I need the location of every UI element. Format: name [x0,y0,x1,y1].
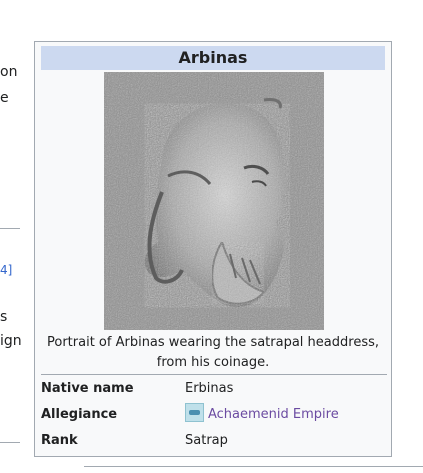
infobox-row-native-name: Native name Erbinas [41,377,385,401]
row-label: Allegiance [41,407,118,422]
row-value: Erbinas [185,381,234,396]
allegiance-link[interactable]: Achaemenid Empire [208,407,339,422]
caption-line-1: Portrait of Arbinas wearing the satrapal… [47,335,379,350]
article-text-fragment: e [0,90,9,106]
infobox-title: Arbinas [41,46,385,70]
reference-link[interactable]: 4] [0,262,12,278]
section-divider [0,442,20,443]
image-caption: Portrait of Arbinas wearing the satrapal… [41,333,385,373]
section-divider [84,466,423,467]
section-divider [0,228,20,229]
allegiance-link-wrapper[interactable]: Achaemenid Empire [185,403,339,427]
portrait-image[interactable] [104,72,324,330]
row-label: Native name [41,381,134,396]
infobox-row-rank: Rank Satrap [41,429,385,453]
caption-line-2: from his coinage. [156,355,270,370]
article-text-fragment: on [0,64,18,80]
article-text-fragment: ign [0,333,22,349]
flag-icon[interactable] [185,403,204,422]
coin-portrait-graphic [104,72,324,330]
infobox-divider [41,374,387,375]
infobox-row-allegiance: Allegiance Achaemenid Empire [41,403,385,427]
infobox: Arbinas Portrait of Arbinas wearing the … [34,41,392,457]
row-label: Rank [41,433,78,448]
row-value: Satrap [185,433,228,448]
article-text-fragment: s [0,309,8,325]
